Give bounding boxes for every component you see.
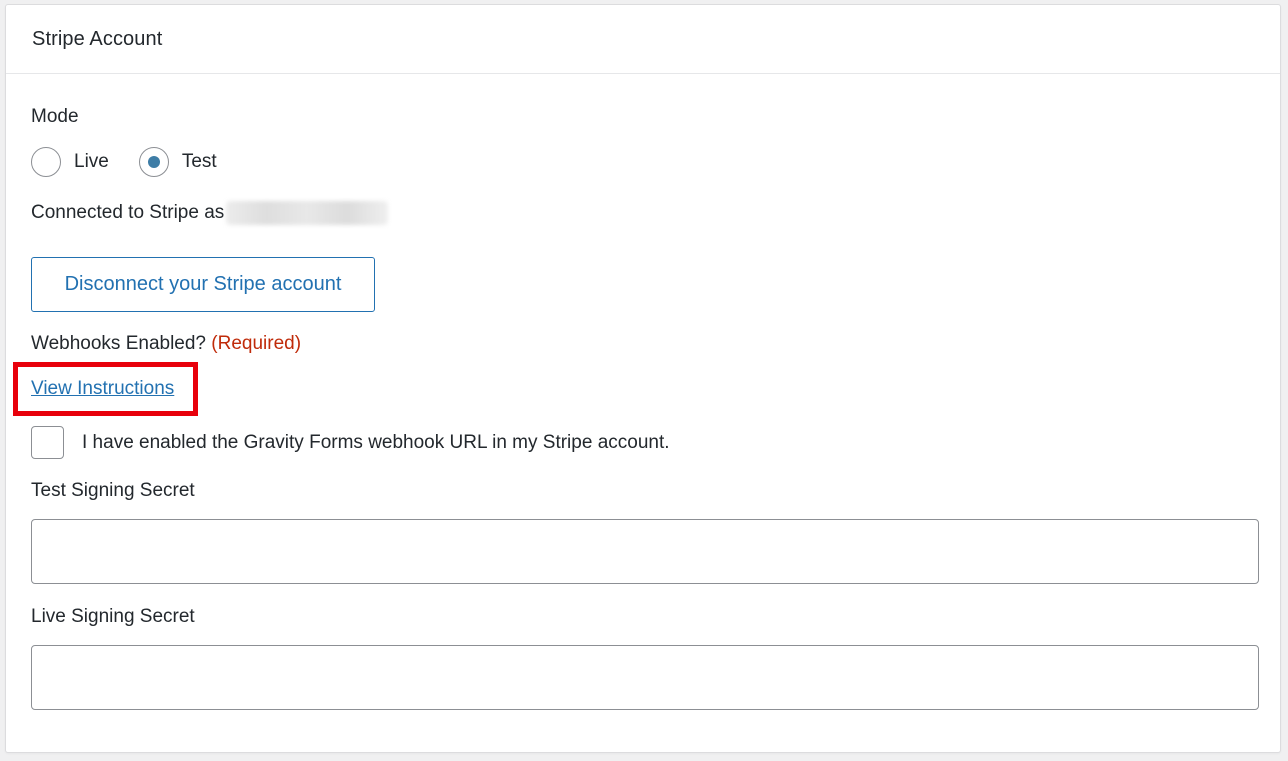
webhook-confirm-row: I have enabled the Gravity Forms webhook… bbox=[31, 426, 670, 459]
stripe-account-panel: Stripe Account Mode Live Test Connected … bbox=[5, 4, 1281, 753]
webhooks-label: Webhooks Enabled? bbox=[31, 333, 206, 354]
connection-status: Connected to Stripe as bbox=[31, 201, 389, 225]
radio-test-circle[interactable] bbox=[138, 147, 169, 177]
redacted-account-name bbox=[226, 201, 389, 225]
mode-radio-group: Live Test bbox=[31, 145, 217, 179]
required-indicator: (Required) bbox=[211, 333, 302, 354]
view-instructions-link[interactable]: View Instructions bbox=[31, 378, 174, 400]
radio-selected-dot bbox=[147, 156, 160, 168]
panel-title: Stripe Account bbox=[32, 27, 163, 50]
mode-radio-live[interactable]: Live bbox=[31, 147, 109, 177]
test-signing-secret-input[interactable] bbox=[31, 519, 1259, 584]
mode-radio-test[interactable]: Test bbox=[138, 147, 217, 177]
mode-label: Mode bbox=[31, 106, 79, 127]
webhook-enabled-checkbox[interactable] bbox=[31, 426, 64, 459]
connection-prefix: Connected to Stripe as bbox=[31, 202, 225, 223]
live-signing-secret-input[interactable] bbox=[31, 645, 1259, 710]
panel-header: Stripe Account bbox=[6, 5, 1280, 74]
disconnect-stripe-button[interactable]: Disconnect your Stripe account bbox=[31, 257, 375, 312]
webhook-enabled-label[interactable]: I have enabled the Gravity Forms webhook… bbox=[82, 432, 670, 454]
radio-live-label[interactable]: Live bbox=[74, 151, 109, 173]
radio-test-label[interactable]: Test bbox=[182, 151, 217, 173]
radio-live-circle[interactable] bbox=[31, 147, 61, 177]
webhooks-label-row: Webhooks Enabled? (Required) bbox=[31, 333, 301, 355]
live-signing-secret-label: Live Signing Secret bbox=[31, 606, 195, 627]
test-signing-secret-label: Test Signing Secret bbox=[31, 480, 195, 501]
